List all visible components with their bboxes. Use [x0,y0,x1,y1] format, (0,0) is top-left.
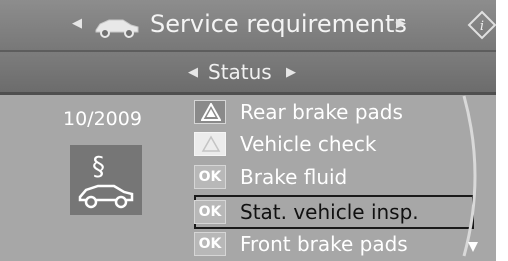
warning-triangle-icon [194,100,226,124]
header-prev-arrow-icon[interactable]: ◀ [72,16,82,31]
status-next-arrow-icon[interactable]: ▶ [286,65,296,80]
header-bar: ◀ Service requirements ▶ i [0,0,496,52]
ok-badge: OK [194,200,226,224]
page-margin [496,0,508,261]
list-item-label: Stat. vehicle insp. [240,200,419,224]
ok-badge: OK [194,165,226,189]
list-item-label: Front brake pads [240,232,408,256]
list-item-label: Brake fluid [240,165,348,189]
list-item-label: Vehicle check [240,132,377,156]
status-prev-arrow-icon[interactable]: ◀ [188,65,198,80]
service-paragraph-car-icon: § [70,145,142,215]
header-title: Service requirements [150,10,407,38]
header-next-arrow-icon[interactable]: ▶ [396,16,406,31]
status-title: Status [208,60,272,84]
status-bar: ◀ Status ▶ [0,52,496,95]
info-icon[interactable]: i [467,10,496,40]
ok-badge: OK [194,232,226,256]
svg-text:i: i [480,19,484,34]
list-item-label: Rear brake pads [240,100,403,124]
service-date: 10/2009 [63,108,142,130]
idrive-screen: ◀ Service requirements ▶ i ◀ Status ▶ 10… [0,0,496,261]
scroll-indicator[interactable] [420,92,490,261]
svg-text:§: § [92,152,105,182]
scroll-down-arrow-icon [468,242,478,252]
warning-triangle-light-icon [194,132,226,156]
car-icon [95,19,139,38]
